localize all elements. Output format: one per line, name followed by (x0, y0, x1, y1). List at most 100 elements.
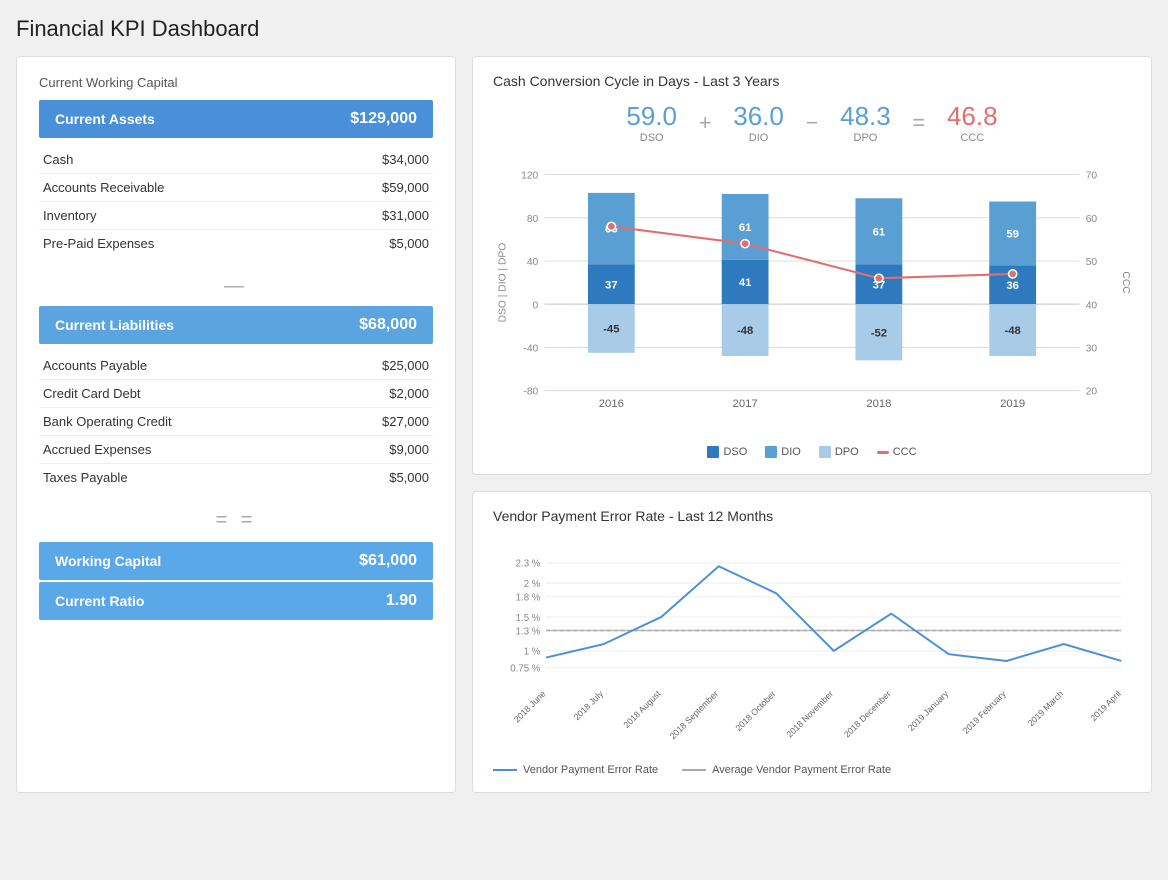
dso-metric: 59.0 DSO (617, 101, 687, 144)
legend-dpo-color (819, 446, 831, 458)
svg-text:1.3 %: 1.3 % (516, 626, 541, 637)
working-capital-row-label: Working Capital (55, 553, 161, 569)
svg-text:-52: -52 (871, 327, 887, 339)
legend-dpo: DPO (819, 446, 859, 458)
working-capital-panel: Current Working Capital Current Assets $… (16, 56, 456, 793)
bottom-kpi-block: Working Capital $61,000 Current Ratio 1.… (39, 542, 433, 620)
svg-text:60: 60 (1086, 214, 1098, 225)
svg-text:0.75 %: 0.75 % (510, 664, 540, 675)
svg-text:61: 61 (739, 222, 752, 234)
legend-dso-color (707, 446, 719, 458)
svg-text:70: 70 (1086, 171, 1098, 182)
dso-label: DSO (617, 132, 687, 144)
vendor-title: Vendor Payment Error Rate - Last 12 Mont… (493, 508, 1131, 524)
liability-line-item: Bank Operating Credit$27,000 (39, 408, 433, 436)
svg-text:30: 30 (1086, 344, 1098, 355)
dpo-metric: 48.3 DPO (830, 101, 900, 144)
svg-text:2019 January: 2019 January (906, 688, 951, 733)
liability-name: Taxes Payable (43, 470, 128, 485)
svg-text:2018 December: 2018 December (842, 689, 893, 740)
asset-value: $34,000 (382, 152, 429, 167)
svg-text:40: 40 (527, 257, 539, 268)
vendor-line-icon (493, 769, 517, 771)
vendor-legend: Vendor Payment Error Rate Average Vendor… (493, 764, 1131, 776)
current-liabilities-header: Current Liabilities $68,000 (39, 306, 433, 344)
legend-ccc: CCC (877, 446, 917, 458)
avg-rate-label: Average Vendor Payment Error Rate (712, 764, 891, 776)
asset-value: $5,000 (389, 236, 429, 251)
svg-text:37: 37 (605, 279, 618, 291)
asset-line-item: Pre-Paid Expenses$5,000 (39, 230, 433, 257)
current-ratio-row: Current Ratio 1.90 (39, 582, 433, 620)
legend-dio-label: DIO (781, 446, 801, 458)
current-assets-header: Current Assets $129,000 (39, 100, 433, 138)
svg-text:1 %: 1 % (524, 647, 541, 658)
legend-avg-rate: Average Vendor Payment Error Rate (682, 764, 891, 776)
svg-text:2 %: 2 % (524, 579, 541, 590)
dpo-value: 48.3 (830, 101, 900, 132)
svg-text:2018: 2018 (866, 398, 891, 410)
liability-value: $2,000 (389, 386, 429, 401)
ccc-label: CCC (937, 132, 1007, 144)
dio-metric: 36.0 DIO (724, 101, 794, 144)
asset-name: Cash (43, 152, 73, 167)
working-capital-row: Working Capital $61,000 (39, 542, 433, 580)
asset-line-item: Accounts Receivable$59,000 (39, 174, 433, 202)
legend-ccc-label: CCC (893, 446, 917, 458)
legend-dpo-label: DPO (835, 446, 859, 458)
svg-text:40: 40 (1086, 300, 1098, 311)
svg-text:-40: -40 (523, 344, 538, 355)
liability-name: Accrued Expenses (43, 442, 151, 457)
svg-text:CCC: CCC (1120, 271, 1131, 294)
vendor-rate-label: Vendor Payment Error Rate (523, 764, 658, 776)
liability-line-item: Taxes Payable $5,000 (39, 464, 433, 491)
liability-value: $5,000 (389, 470, 429, 485)
working-capital-row-value: $61,000 (359, 552, 417, 570)
svg-text:2019: 2019 (1000, 398, 1025, 410)
svg-text:61: 61 (873, 226, 886, 238)
liability-value: $25,000 (382, 358, 429, 373)
svg-text:1.5 %: 1.5 % (516, 613, 541, 624)
svg-text:59: 59 (1006, 229, 1019, 241)
page-title: Financial KPI Dashboard (16, 16, 1152, 42)
asset-name: Inventory (43, 208, 96, 223)
svg-text:2018 June: 2018 June (512, 689, 548, 725)
asset-value: $31,000 (382, 208, 429, 223)
ccc-bar-chart: -80-4004080120203040506070DSO | DIO | DP… (493, 158, 1131, 438)
svg-text:2018 October: 2018 October (733, 689, 777, 733)
svg-text:120: 120 (521, 171, 538, 182)
dio-value: 36.0 (724, 101, 794, 132)
current-assets-value: $129,000 (350, 110, 417, 128)
svg-text:50: 50 (1086, 257, 1098, 268)
svg-text:2018 November: 2018 November (784, 689, 835, 740)
minus-symbol: − (802, 110, 823, 136)
liability-line-item: Credit Card Debt $2,000 (39, 380, 433, 408)
legend-dio-color (765, 446, 777, 458)
current-ratio-label: Current Ratio (55, 593, 144, 609)
asset-line-item: Inventory $31,000 (39, 202, 433, 230)
ccc-title: Cash Conversion Cycle in Days - Last 3 Y… (493, 73, 1131, 89)
svg-text:2018 September: 2018 September (668, 689, 721, 742)
current-liabilities-value: $68,000 (359, 316, 417, 334)
svg-text:36: 36 (1006, 280, 1019, 292)
vendor-panel: Vendor Payment Error Rate - Last 12 Mont… (472, 491, 1152, 793)
vendor-line-chart: 0.75 %1 %1.3 %1.5 %1.8 %2 %2.3 %2018 Jun… (493, 536, 1131, 756)
asset-name: Accounts Receivable (43, 180, 164, 195)
liability-value: $9,000 (389, 442, 429, 457)
current-liabilities-label: Current Liabilities (55, 317, 174, 333)
svg-text:2016: 2016 (599, 398, 624, 410)
liability-line-item: Accounts Payable$25,000 (39, 352, 433, 380)
svg-text:2.3 %: 2.3 % (516, 559, 541, 570)
legend-dso: DSO (707, 446, 747, 458)
svg-text:DSO | DIO | DPO: DSO | DIO | DPO (497, 243, 508, 323)
dso-value: 59.0 (617, 101, 687, 132)
liability-name: Credit Card Debt (43, 386, 141, 401)
liability-name: Bank Operating Credit (43, 414, 172, 429)
legend-dso-label: DSO (723, 446, 747, 458)
dio-label: DIO (724, 132, 794, 144)
svg-text:41: 41 (739, 277, 752, 289)
svg-text:2018 August: 2018 August (621, 688, 663, 730)
svg-text:-45: -45 (603, 324, 619, 336)
svg-text:0: 0 (533, 300, 539, 311)
svg-text:-48: -48 (1004, 325, 1020, 337)
